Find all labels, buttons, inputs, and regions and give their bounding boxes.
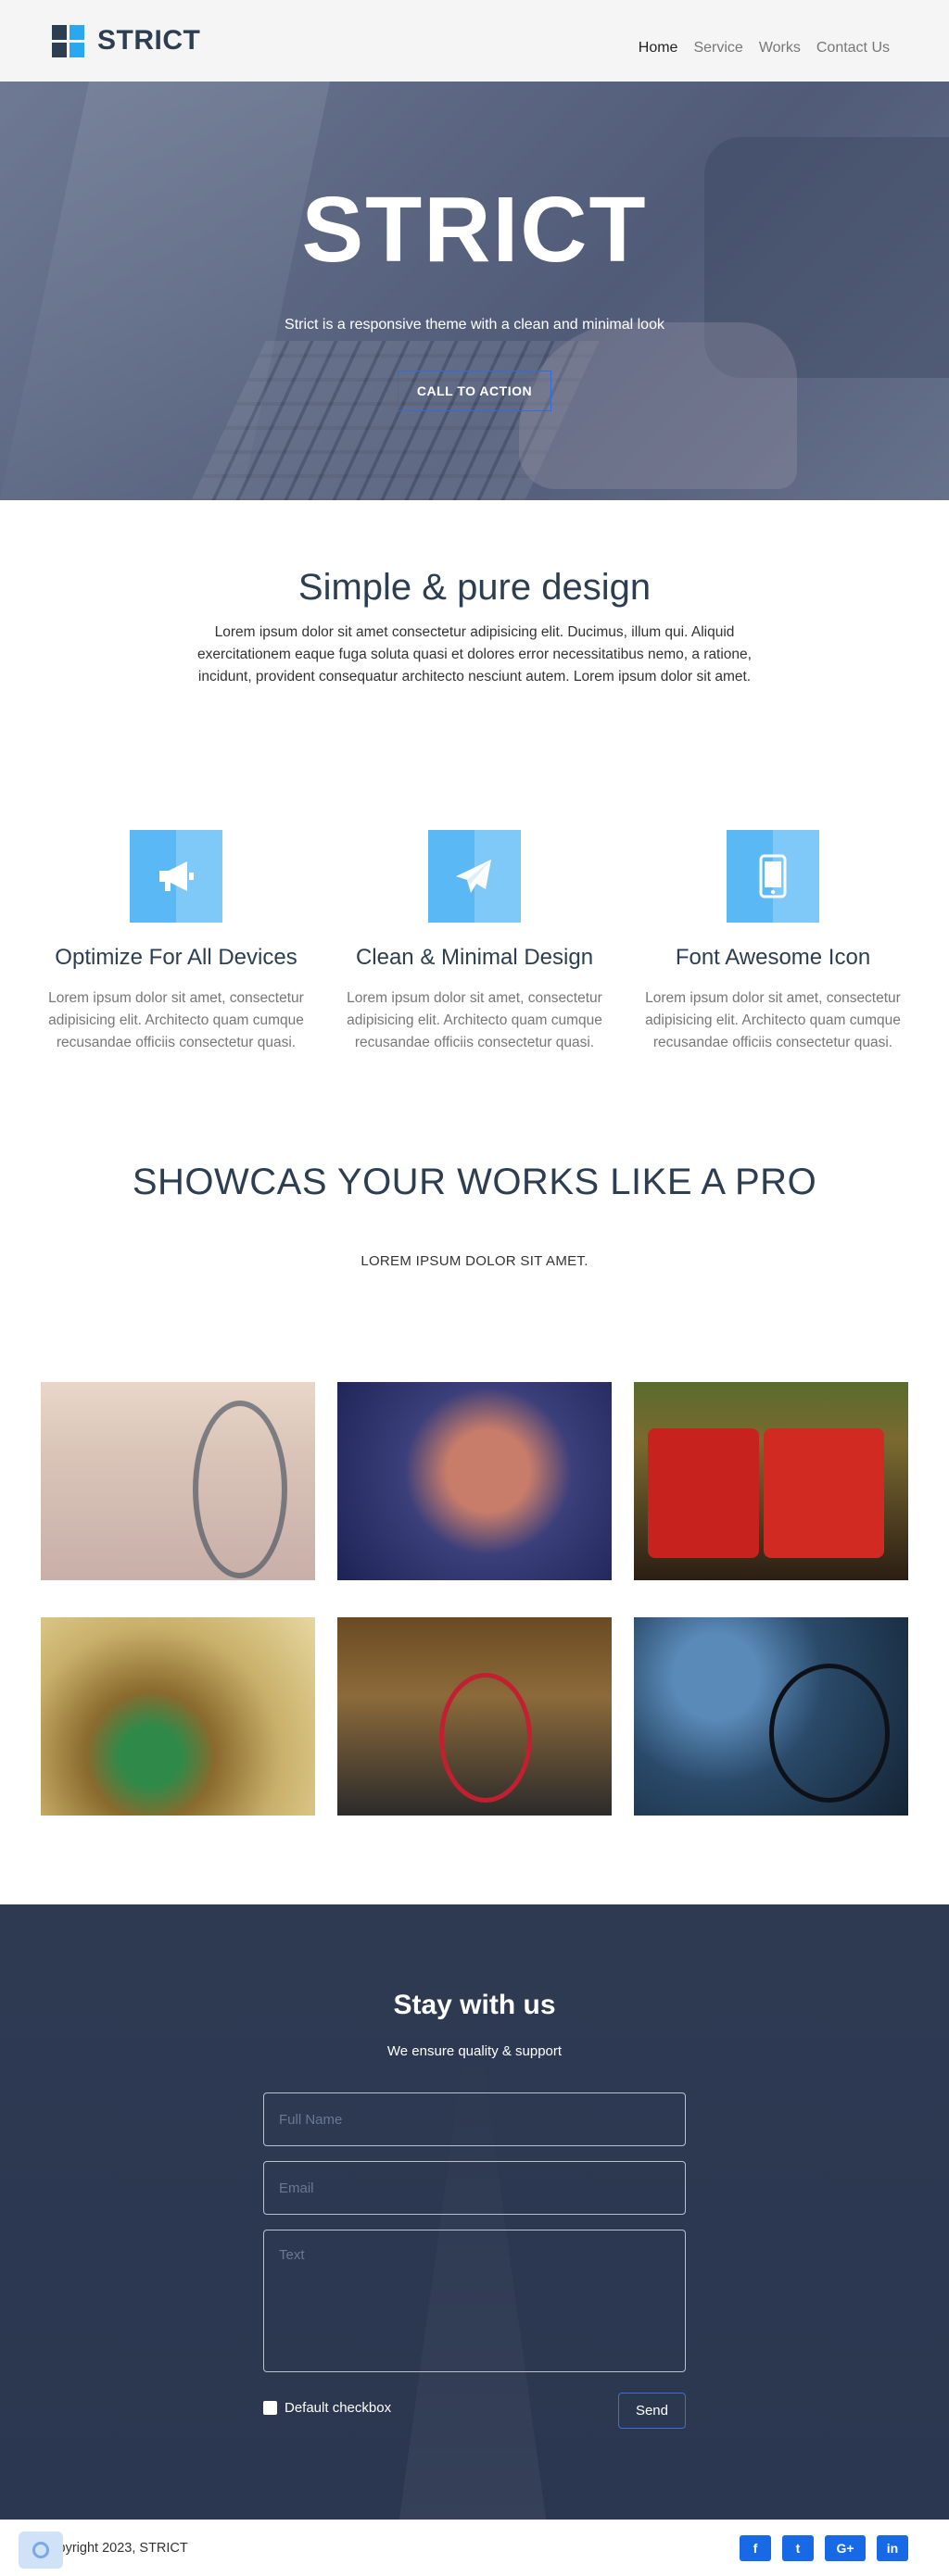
paper-plane-icon <box>428 830 521 923</box>
default-checkbox[interactable]: Default checkbox <box>263 2400 391 2416</box>
gallery-image-woman-sunglasses[interactable] <box>337 1382 612 1580</box>
about-section: Simple & pure design Lorem ipsum dolor s… <box>0 500 949 830</box>
nav-link-contact[interactable]: Contact Us <box>816 40 890 57</box>
main-menu: Home Service Works Contact Us <box>639 40 890 57</box>
feature-title: Clean & Minimal Design <box>355 945 594 970</box>
feature-title: Font Awesome Icon <box>675 945 871 970</box>
about-text: Lorem ipsum dolor sit amet consectetur a… <box>197 624 752 685</box>
call-to-action-button[interactable]: CALL TO ACTION <box>397 371 552 411</box>
feature-text: Lorem ipsum dolor sit amet, consectetur … <box>347 990 602 1050</box>
email-input[interactable] <box>263 2161 686 2215</box>
gallery-image-red-mugs[interactable] <box>634 1382 908 1580</box>
contact-content: Stay with us We ensure quality & support… <box>0 1904 949 2429</box>
nav-link-home[interactable]: Home <box>639 40 678 57</box>
checkbox-box[interactable] <box>263 2401 277 2415</box>
feature-card: Optimize For All Devices Lorem ipsum dol… <box>37 830 315 1156</box>
message-textarea[interactable] <box>263 2230 686 2372</box>
works-gallery <box>0 1382 949 1816</box>
hero-subtitle: Strict is a responsive theme with a clea… <box>285 317 664 333</box>
features-section: Optimize For All Devices Lorem ipsum dol… <box>0 830 949 1156</box>
send-button[interactable]: Send <box>617 2393 686 2429</box>
works-subtitle: LOREM IPSUM DOLOR SIT AMET. <box>361 1253 588 1269</box>
feature-text: Lorem ipsum dolor sit amet, consectetur … <box>645 990 901 1050</box>
top-navbar: STRICT Home Service Works Contact Us <box>0 0 949 82</box>
feature-card: Font Awesome Icon Lorem ipsum dolor sit … <box>634 830 912 1156</box>
chat-icon <box>32 2542 49 2558</box>
contact-form: Default checkbox Send <box>263 2092 686 2429</box>
floating-helper-button[interactable] <box>19 2532 63 2569</box>
nav-link-service[interactable]: Service <box>693 40 742 57</box>
gallery-image-green-cup-splash[interactable] <box>41 1617 315 1816</box>
contact-title: Stay with us <box>393 1990 556 2020</box>
checkbox-label: Default checkbox <box>285 2400 392 2416</box>
form-actions: Default checkbox Send <box>263 2387 686 2429</box>
works-section-header: SHOWCAS YOUR WORKS LIKE A PRO LOREM IPSU… <box>0 1156 949 1382</box>
gallery-image-red-bicycle[interactable] <box>337 1617 612 1816</box>
facebook-icon[interactable]: f <box>740 2535 771 2561</box>
feature-card: Clean & Minimal Design Lorem ipsum dolor… <box>335 830 614 1156</box>
brand[interactable]: STRICT <box>52 24 201 57</box>
works-title: SHOWCAS YOUR WORKS LIKE A PRO <box>132 1162 817 1202</box>
twitter-icon[interactable]: t <box>782 2535 814 2561</box>
brand-name: STRICT <box>97 25 201 56</box>
hero-title: STRICT <box>301 178 648 282</box>
mobile-icon <box>727 830 819 923</box>
about-title: Simple & pure design <box>297 567 652 608</box>
hero-content: STRICT Strict is a responsive theme with… <box>0 82 949 411</box>
feature-title: Optimize For All Devices <box>55 945 297 970</box>
contact-subtitle: We ensure quality & support <box>386 2043 563 2059</box>
logo-icon <box>52 24 84 57</box>
social-links: f t G+ in <box>740 2535 908 2561</box>
nav-link-works[interactable]: Works <box>759 40 801 57</box>
google-plus-icon[interactable]: G+ <box>825 2535 866 2561</box>
feature-text: Lorem ipsum dolor sit amet, consectetur … <box>48 990 304 1050</box>
gallery-image-street-bicycle[interactable] <box>41 1382 315 1580</box>
hero-section: STRICT Strict is a responsive theme with… <box>0 82 949 500</box>
gallery-image-bicycle-night[interactable] <box>634 1617 908 1816</box>
linkedin-icon[interactable]: in <box>877 2535 908 2561</box>
contact-section: Stay with us We ensure quality & support… <box>0 1904 949 2519</box>
full-name-input[interactable] <box>263 2092 686 2146</box>
footer: Copyright 2023, STRICT f t G+ in <box>0 2519 949 2576</box>
bullhorn-icon <box>130 830 222 923</box>
